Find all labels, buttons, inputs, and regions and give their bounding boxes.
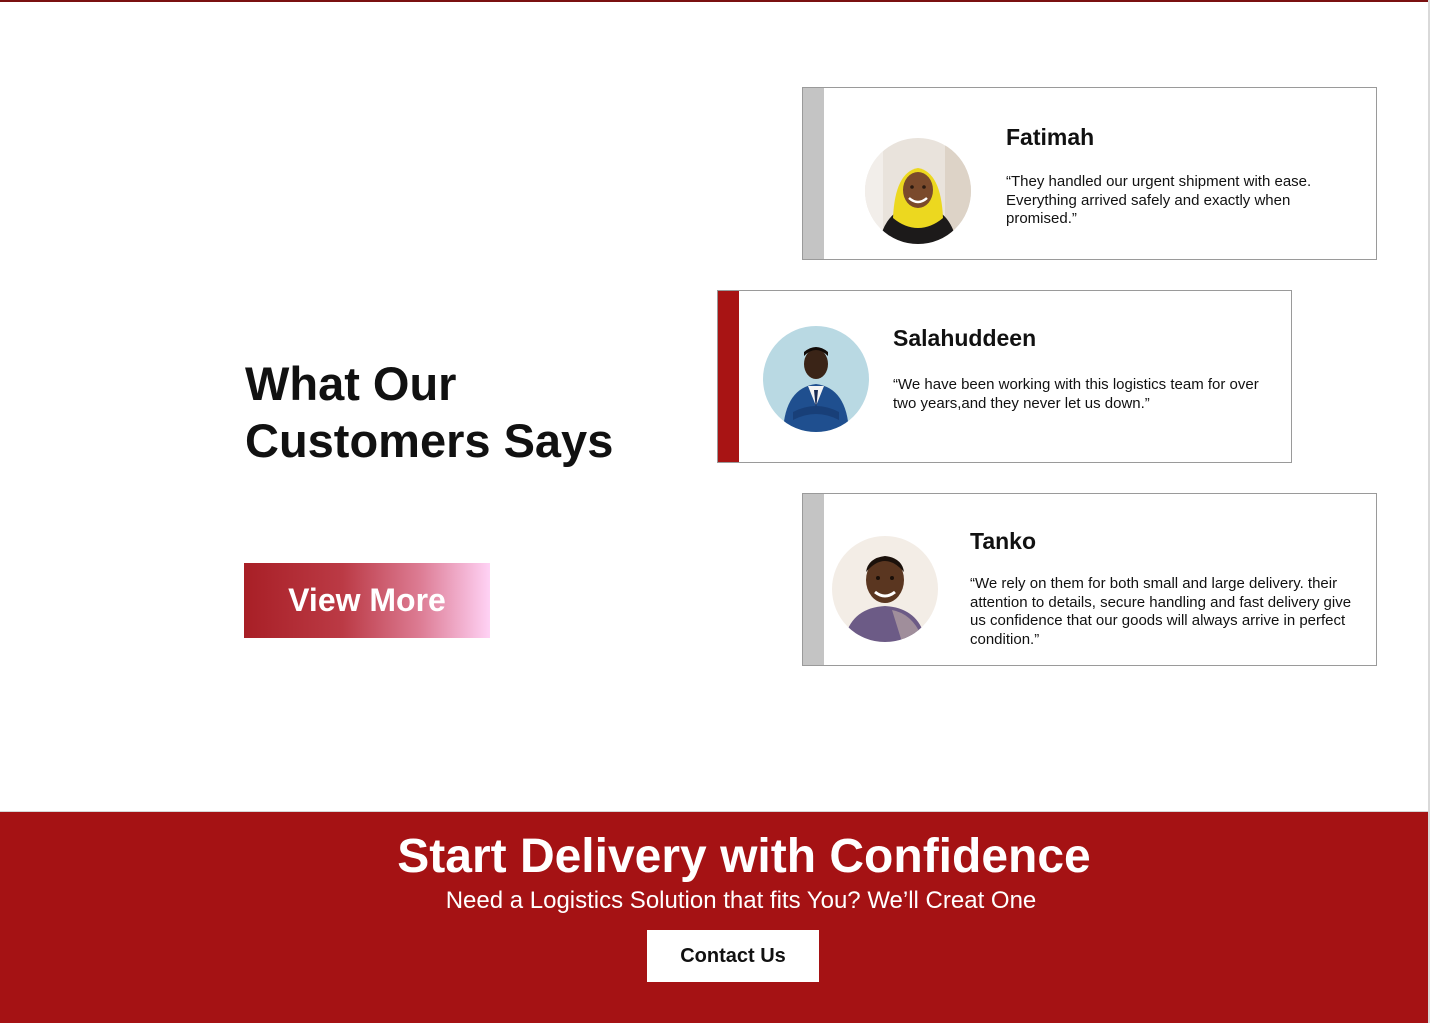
testimonial-quote: “We rely on them for both small and larg…	[970, 575, 1352, 648]
testimonials-heading: What Our Customers Says	[245, 357, 614, 467]
testimonial-name: Fatimah	[1006, 124, 1095, 150]
top-rule	[0, 0, 1430, 2]
card-accent-bar	[803, 494, 824, 665]
testimonial-quote: “We have been working with this logistic…	[893, 376, 1259, 412]
contact-us-button[interactable]: Contact Us	[647, 930, 819, 982]
avatar-salahuddeen-icon	[763, 326, 869, 432]
card-accent-bar	[718, 291, 739, 462]
testimonial-name: Tanko	[970, 528, 1037, 554]
avatar-tanko-icon	[832, 536, 938, 642]
testimonial-quote: “They handled our urgent shipment with e…	[1006, 173, 1312, 227]
cta-band: Start Delivery with Confidence Need a Lo…	[0, 811, 1428, 1024]
cta-subtitle: Need a Logistics Solution that fits You?…	[445, 887, 1037, 914]
testimonial-card-fatimah: Fatimah “They handled our urgent shipmen…	[802, 87, 1377, 260]
card-accent-bar	[803, 88, 824, 259]
testimonial-name: Salahuddeen	[893, 325, 1037, 351]
cta-title: Start Delivery with Confidence	[397, 830, 1091, 883]
testimonial-card-tanko: Tanko “We rely on them for both small an…	[802, 493, 1377, 666]
testimonial-card-salahuddeen: Salahuddeen “We have been working with t…	[717, 290, 1292, 463]
avatar-fatimah-icon	[865, 138, 971, 244]
view-more-button[interactable]: View More	[244, 563, 490, 638]
